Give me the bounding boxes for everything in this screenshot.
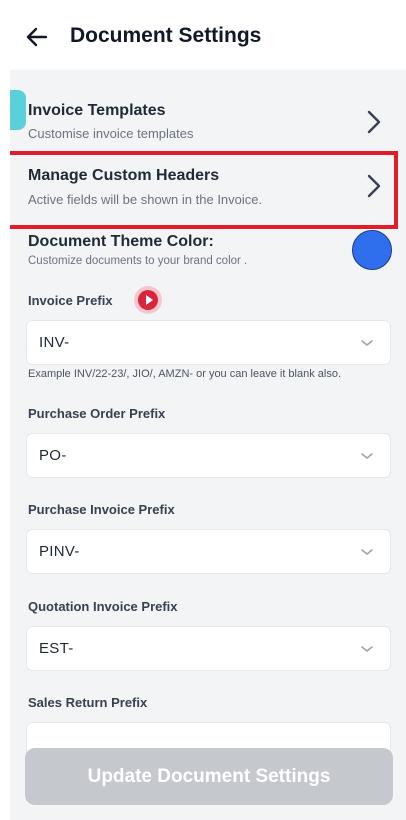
theme-color-title: Document Theme Color:: [28, 233, 214, 250]
invoice-prefix-example: Example INV/22-23/, JIO/, AMZN- or you c…: [28, 368, 342, 380]
invoice-templates-subtitle: Customise invoice templates: [28, 126, 194, 141]
chevron-down-icon: [361, 340, 373, 347]
invoice-templates-row[interactable]: Invoice Templates Customise invoice temp…: [10, 90, 406, 150]
theme-color-subtitle: Customize documents to your brand color …: [28, 255, 248, 267]
sales-return-prefix-label: Sales Return Prefix: [28, 695, 148, 710]
purchase-order-prefix-value: PO-: [39, 447, 67, 464]
chevron-right-icon: [364, 108, 384, 136]
quotation-invoice-prefix-select[interactable]: EST-: [26, 626, 391, 671]
invoice-prefix-select[interactable]: INV-: [26, 320, 391, 365]
video-help-button[interactable]: [134, 286, 162, 314]
page-title: Document Settings: [70, 24, 262, 47]
quotation-invoice-prefix-label: Quotation Invoice Prefix: [28, 599, 178, 614]
quotation-invoice-prefix-value: EST-: [39, 640, 74, 657]
play-icon: [138, 290, 158, 310]
highlight-box: [10, 151, 398, 229]
chevron-down-icon: [361, 549, 373, 556]
invoice-prefix-label: Invoice Prefix: [28, 293, 113, 308]
app-header: Document Settings: [0, 0, 406, 72]
invoice-templates-title: Invoice Templates: [28, 102, 166, 119]
purchase-invoice-prefix-label: Purchase Invoice Prefix: [28, 502, 175, 517]
back-arrow-icon[interactable]: [22, 22, 52, 52]
chevron-down-icon: [361, 646, 373, 653]
chevron-down-icon: [361, 453, 373, 460]
purchase-order-prefix-label: Purchase Order Prefix: [28, 406, 166, 421]
purchase-invoice-prefix-select[interactable]: PINV-: [26, 529, 391, 574]
purchase-invoice-prefix-value: PINV-: [39, 543, 80, 560]
update-document-settings-button[interactable]: Update Document Settings: [25, 748, 393, 805]
settings-content[interactable]: Invoice Templates Customise invoice temp…: [10, 70, 406, 820]
theme-color-swatch[interactable]: [352, 230, 392, 270]
purchase-order-prefix-select[interactable]: PO-: [26, 433, 391, 478]
invoice-prefix-value: INV-: [39, 334, 70, 351]
